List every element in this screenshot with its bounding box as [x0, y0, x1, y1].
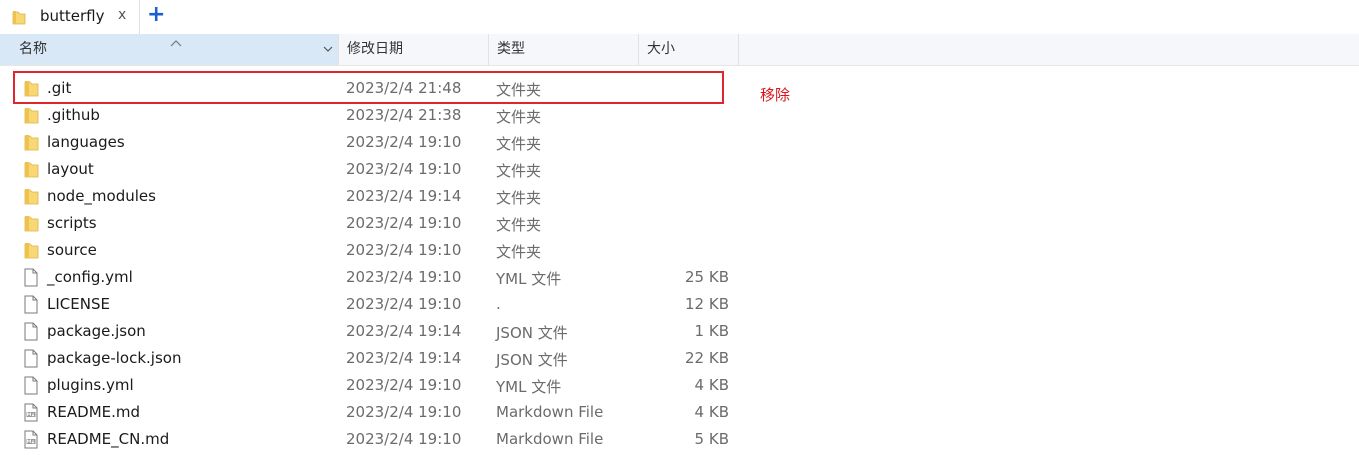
- file-type: YML 文件: [496, 270, 562, 288]
- file-modified-date: 2023/2/4 19:10: [346, 403, 462, 421]
- file-row[interactable]: package-lock.json 2023/2/4 19:14 JSON 文件 22…: [0, 345, 760, 372]
- file-name: languages: [47, 133, 125, 151]
- file-row[interactable]: LICENSE 2023/2/4 19:10. 12 KB: [0, 291, 760, 318]
- file-row[interactable]: scripts 2023/2/4 19:10 文件夹: [0, 210, 760, 237]
- file-modified-date: 2023/2/4 19:14: [346, 349, 462, 367]
- file-type: JSON 文件: [496, 324, 568, 342]
- file-modified-date: 2023/2/4 21:38: [346, 106, 462, 124]
- sort-ascending-icon: [170, 28, 182, 59]
- file-modified-date: 2023/2/4 19:14: [346, 322, 462, 340]
- file-icon: [22, 295, 40, 314]
- folder-icon: [12, 9, 26, 29]
- markdown-file-icon: [22, 403, 40, 422]
- file-size: 22 KB: [685, 349, 729, 367]
- file-modified-date: 2023/2/4 19:10: [346, 295, 462, 313]
- column-header-type-label: 类型: [497, 41, 525, 57]
- file-type: 文件夹: [496, 243, 542, 261]
- file-size: 4 KB: [694, 403, 729, 421]
- file-type: .: [496, 295, 501, 313]
- file-name: scripts: [47, 214, 97, 232]
- file-name: LICENSE: [47, 295, 110, 313]
- file-type: 文件夹: [496, 135, 542, 153]
- file-row[interactable]: README.md 2023/2/4 19:10 Markdown File 4 KB: [0, 399, 760, 426]
- file-type: 文件夹: [496, 108, 542, 126]
- folder-icon: [22, 160, 40, 179]
- markdown-file-icon: [22, 430, 40, 449]
- file-size: 1 KB: [694, 322, 729, 340]
- folder-icon: [22, 214, 40, 233]
- file-name: _config.yml: [47, 268, 133, 286]
- file-icon: [22, 349, 40, 368]
- file-modified-date: 2023/2/4 19:10: [346, 241, 462, 259]
- add-tab-button[interactable]: +: [147, 3, 165, 27]
- file-size: 12 KB: [685, 295, 729, 313]
- folder-icon: [22, 187, 40, 206]
- column-header-date-label: 修改日期: [347, 41, 403, 57]
- file-modified-date: 2023/2/4 19:14: [346, 187, 462, 205]
- file-row[interactable]: layout 2023/2/4 19:10 文件夹: [0, 156, 760, 183]
- file-row[interactable]: _config.yml 2023/2/4 19:10 YML 文件 25 KB: [0, 264, 760, 291]
- file-modified-date: 2023/2/4 19:10: [346, 430, 462, 448]
- folder-icon: [22, 106, 40, 125]
- file-type: 文件夹: [496, 216, 542, 234]
- file-size: 4 KB: [694, 376, 729, 394]
- file-name: plugins.yml: [47, 376, 134, 394]
- file-row[interactable]: node_modules 2023/2/4 19:14 文件夹: [0, 183, 760, 210]
- file-type: Markdown File: [496, 403, 604, 421]
- file-name: layout: [47, 160, 94, 178]
- column-header-name-label: 名称: [19, 41, 47, 57]
- tab-title: butterfly: [40, 7, 105, 25]
- file-icon: [22, 376, 40, 395]
- file-type: 文件夹: [496, 162, 542, 180]
- file-row[interactable]: languages 2023/2/4 19:10 文件夹: [0, 129, 760, 156]
- file-row[interactable]: package.json 2023/2/4 19:14 JSON 文件 1 KB: [0, 318, 760, 345]
- file-modified-date: 2023/2/4 19:10: [346, 376, 462, 394]
- file-icon: [22, 322, 40, 341]
- file-modified-date: 2023/2/4 19:10: [346, 268, 462, 286]
- file-modified-date: 2023/2/4 19:10: [346, 214, 462, 232]
- file-name: source: [47, 241, 97, 259]
- column-header-size[interactable]: 大小: [639, 34, 739, 65]
- annotation-text: 移除: [760, 86, 791, 104]
- file-name: README.md: [47, 403, 141, 421]
- file-type: 文件夹: [496, 189, 542, 207]
- file-name: node_modules: [47, 187, 156, 205]
- file-modified-date: 2023/2/4 19:10: [346, 160, 462, 178]
- file-name: .github: [47, 106, 100, 124]
- highlight-box: [13, 71, 724, 104]
- file-name: README_CN.md: [47, 430, 170, 448]
- file-type: Markdown File: [496, 430, 604, 448]
- close-icon[interactable]: x: [118, 7, 126, 23]
- file-modified-date: 2023/2/4 19:10: [346, 133, 462, 151]
- file-size: 5 KB: [694, 430, 729, 448]
- file-row[interactable]: plugins.yml 2023/2/4 19:10 YML 文件 4 KB: [0, 372, 760, 399]
- column-header-size-label: 大小: [647, 41, 675, 57]
- folder-icon: [22, 133, 40, 152]
- file-row[interactable]: README_CN.md 2023/2/4 19:10 Markdown File 5…: [0, 426, 760, 453]
- file-name: package.json: [47, 322, 146, 340]
- file-icon: [22, 268, 40, 287]
- file-name: package-lock.json: [47, 349, 182, 367]
- file-row[interactable]: .github 2023/2/4 21:38 文件夹: [0, 102, 760, 129]
- file-row[interactable]: source 2023/2/4 19:10 文件夹: [0, 237, 760, 264]
- file-type: JSON 文件: [496, 351, 568, 369]
- column-header-row: 名称 修改日期 类型 大小: [0, 34, 1359, 66]
- file-size: 25 KB: [685, 268, 729, 286]
- column-header-name[interactable]: 名称: [0, 34, 339, 65]
- tab-bar: butterfly x +: [0, 0, 1359, 34]
- folder-icon: [22, 241, 40, 260]
- file-type: YML 文件: [496, 378, 562, 396]
- column-header-type[interactable]: 类型: [489, 34, 639, 65]
- column-header-date[interactable]: 修改日期: [339, 34, 489, 65]
- tab-butterfly[interactable]: butterfly x: [0, 0, 140, 34]
